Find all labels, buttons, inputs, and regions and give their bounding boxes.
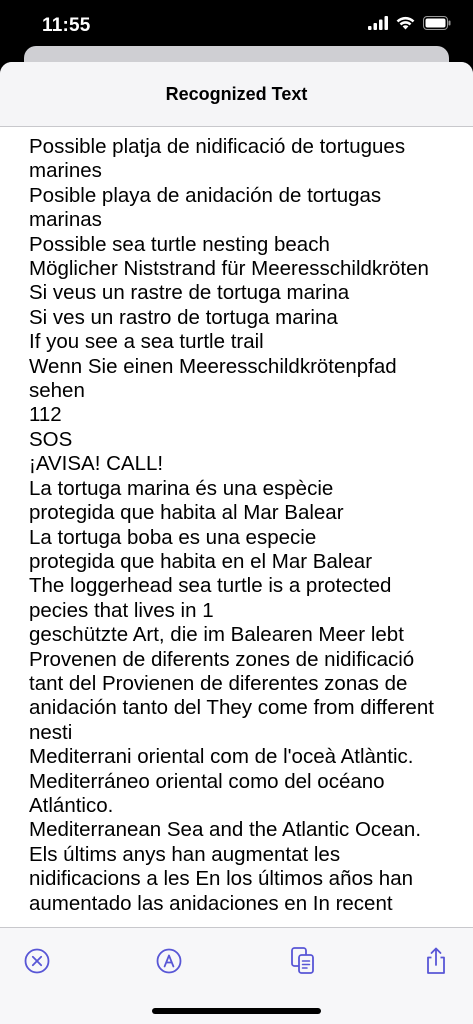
signal-icon (368, 15, 388, 35)
text-line: La tortuga marina és una espècie (29, 476, 334, 500)
text-line: Provenen de diferents zones de nidificac… (29, 647, 415, 671)
copy-button[interactable] (288, 946, 318, 981)
text-line: tant del Provienen de diferentes zonas d… (29, 671, 408, 695)
text-line: pecies that lives in 1 (29, 598, 214, 622)
battery-icon (423, 15, 451, 35)
text-line: protegida que habita en el Mar Balear (29, 549, 373, 573)
text-line: protegida que habita al Mar Balear (29, 501, 344, 525)
wifi-icon (396, 16, 415, 35)
share-icon (422, 946, 450, 981)
translate-icon (155, 947, 183, 980)
home-indicator[interactable] (152, 1008, 321, 1014)
copy-icon (289, 946, 317, 981)
nav-bar: Recognized Text (0, 62, 473, 127)
text-line: La tortuga boba es una especie (29, 525, 317, 549)
text-line: The loggerhead sea turtle is a protected (29, 574, 392, 598)
recognized-text-body[interactable]: Possible platja de nidificació de tortug… (29, 135, 449, 916)
text-line: ¡AVISA! CALL! (29, 452, 164, 476)
translate-button[interactable] (154, 948, 184, 978)
close-icon (23, 947, 51, 980)
text-line: If you see a sea turtle trail (29, 330, 264, 354)
text-line: Wenn Sie einen Meeresschildkrötenpfad (29, 354, 397, 378)
share-button[interactable] (421, 946, 451, 981)
text-line: Possible sea turtle nesting beach (29, 232, 330, 256)
text-line: nidificacions a les En los últimos años … (29, 867, 414, 891)
text-line: Atlántico. (29, 793, 114, 817)
text-line: Mediterranean Sea and the Atlantic Ocean… (29, 818, 422, 842)
text-line: Posible playa de anidación de tortugas (29, 183, 382, 207)
sheet-title: Recognized Text (165, 83, 308, 104)
text-line: sehen (29, 379, 85, 403)
status-time: 11:55 (42, 15, 91, 36)
text-line: Si veus un rastre de tortuga marina (29, 281, 350, 305)
text-line: anidación tanto del They come from diffe… (29, 696, 434, 720)
text-line: Mediterráneo oriental como del océano (29, 769, 385, 793)
recognized-text-sheet: Recognized Text Possible platja de nidif… (0, 62, 473, 1024)
text-line: geschützte Art, die im Balearen Meer leb… (29, 623, 404, 647)
text-line: nesti (29, 720, 73, 744)
text-line: Möglicher Niststrand für Meeresschildkrö… (29, 257, 429, 281)
close-button[interactable] (22, 948, 52, 978)
text-line: Possible platja de nidificació de tortug… (29, 135, 406, 158)
text-line: 112 (29, 403, 62, 427)
text-line: aumentado las anidaciones en In recent (29, 891, 393, 915)
text-line: marines (29, 159, 102, 183)
text-line: Mediterrani oriental com de l'oceà Atlàn… (29, 745, 414, 769)
text-line: marinas (29, 208, 102, 232)
text-line: Si ves un rastro de tortuga marina (29, 305, 338, 329)
text-line: SOS (29, 427, 73, 451)
status-icons (368, 14, 451, 36)
text-line: Els últims anys han augmentat les (29, 842, 341, 866)
recognized-text-view[interactable]: Possible platja de nidificació de tortug… (0, 127, 473, 927)
